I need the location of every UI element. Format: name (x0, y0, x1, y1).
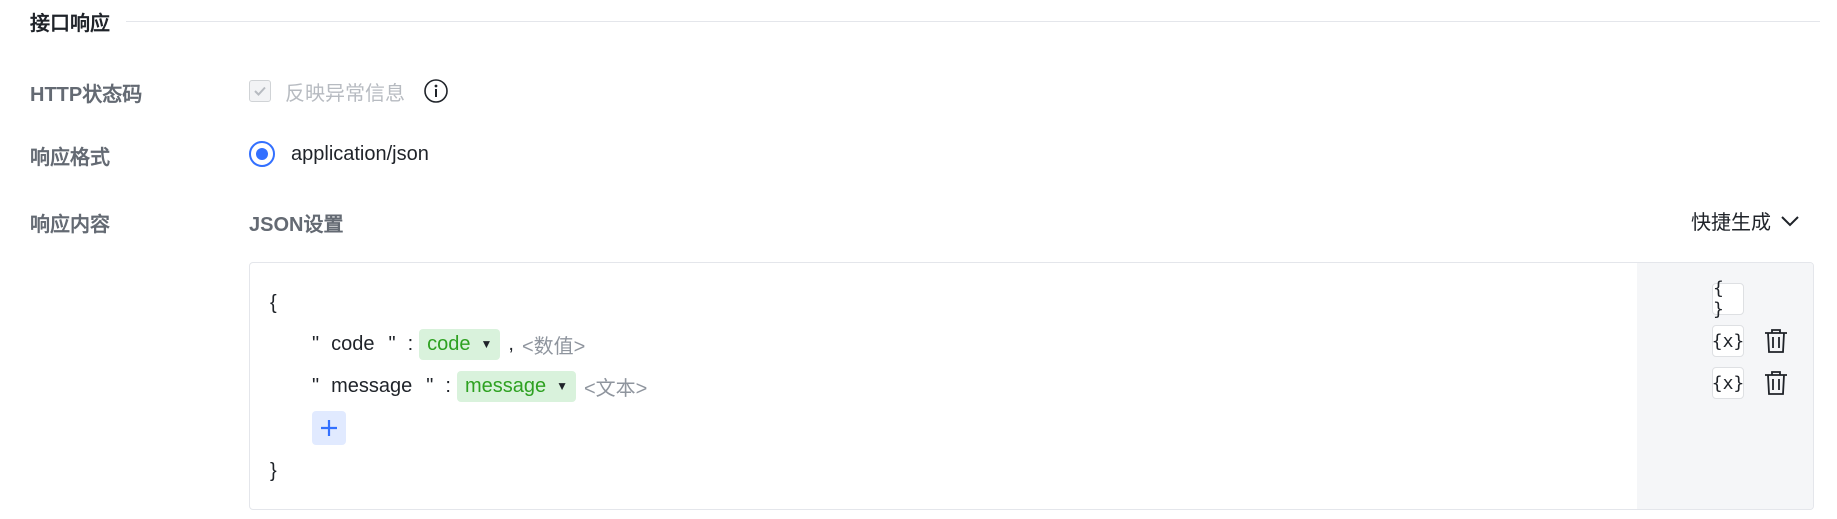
caret-down-icon: ▼ (480, 337, 493, 351)
add-field-button[interactable] (312, 411, 346, 445)
json-editor: { " code " : code ▼ , <数值> " message " :… (249, 262, 1814, 510)
info-icon[interactable] (423, 78, 449, 104)
field-value-label: message (464, 374, 547, 397)
response-content-label: 响应内容 (30, 214, 110, 236)
quote-open: " (312, 374, 320, 397)
json-format-radio-group: application/json (249, 139, 429, 169)
variable-button[interactable]: {x} (1712, 367, 1744, 399)
open-brace: { (270, 291, 277, 314)
chevron-down-icon (1781, 215, 1799, 226)
variable-button[interactable]: {x} (1712, 325, 1744, 357)
close-brace-line: } (270, 451, 277, 491)
colon: : (407, 332, 414, 355)
delete-field-button[interactable] (1762, 326, 1790, 356)
section-title: 接口响应 (30, 12, 110, 35)
open-brace-line: { (270, 283, 277, 323)
section-header: 接口响应 (30, 6, 1820, 36)
reflect-error-checkbox[interactable] (249, 80, 271, 102)
colon: : (445, 374, 451, 397)
quote-close: " (388, 332, 396, 355)
plus-icon (321, 420, 337, 436)
http-status-label: HTTP状态码 (30, 84, 143, 106)
check-icon (254, 86, 266, 96)
field-value-label: code (427, 332, 471, 355)
response-format-label: 响应格式 (30, 147, 110, 169)
object-toggle-button[interactable]: { } (1712, 278, 1744, 320)
type-hint: <数值> (521, 335, 586, 358)
field-key-input[interactable]: code (331, 333, 374, 356)
close-brace: } (270, 459, 277, 482)
reflect-error-label: 反映异常信息 (285, 82, 405, 105)
quote-open: " (312, 332, 320, 355)
quick-generate-dropdown[interactable]: 快捷生成 (1691, 206, 1799, 235)
field-key-input[interactable]: message (331, 375, 412, 398)
separator: , (508, 332, 514, 355)
json-settings-title: JSON设置 (249, 214, 344, 236)
trash-icon (1765, 371, 1787, 395)
quote-close: " (426, 374, 434, 397)
quick-generate-label: 快捷生成 (1691, 212, 1771, 234)
reflect-error-checkbox-group: 反映异常信息 (249, 78, 449, 105)
caret-down-icon: ▼ (556, 379, 568, 393)
json-field-row: " message " : message ▼ <文本> (312, 366, 647, 406)
field-value-select[interactable]: code ▼ (419, 328, 501, 360)
section-divider (126, 20, 1820, 22)
trash-icon (1765, 329, 1787, 353)
json-format-label: application/json (291, 142, 429, 165)
delete-field-button[interactable] (1762, 368, 1790, 398)
json-format-radio[interactable] (249, 141, 275, 167)
type-hint: <文本> (583, 377, 648, 400)
radio-dot (256, 148, 268, 160)
json-field-row: " code " : code ▼ , <数值> (312, 324, 585, 364)
add-field-line (312, 408, 346, 448)
field-value-select[interactable]: message ▼ (456, 370, 576, 402)
